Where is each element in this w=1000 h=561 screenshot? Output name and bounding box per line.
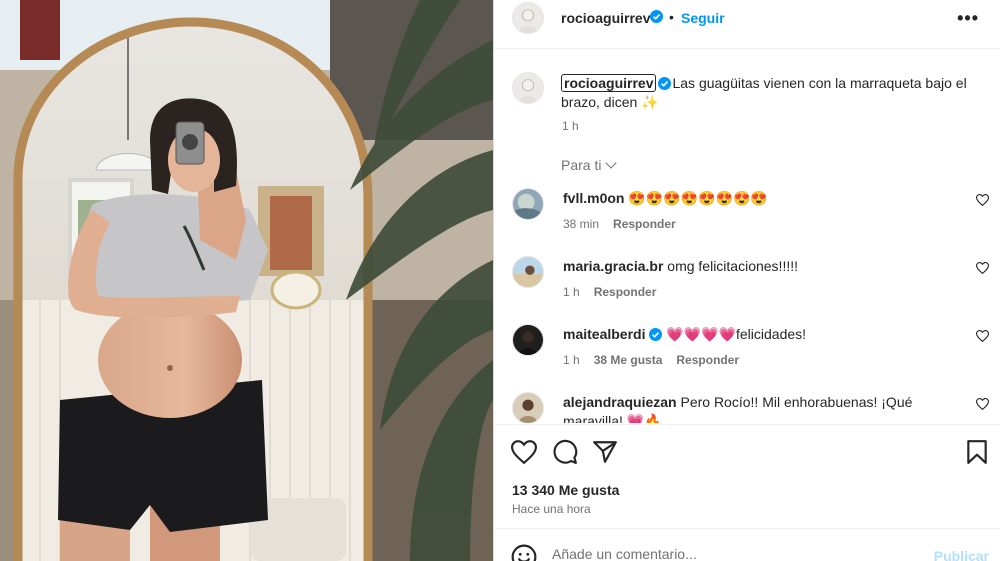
verified-badge-icon [650, 10, 663, 23]
comment-time[interactable]: 1 h [563, 285, 580, 299]
comment-text: 😍😍😍😍😍😍😍😍 [628, 190, 768, 206]
sort-label: Para ti [561, 157, 602, 173]
post-actions: 13 340 Me gusta Hace una hora [494, 424, 1000, 528]
caption-username[interactable]: rocioaguirrev [561, 74, 657, 92]
more-options-icon[interactable]: ••• [957, 8, 979, 29]
comment-time[interactable]: 38 min [563, 217, 599, 231]
comment-input[interactable] [552, 546, 912, 561]
author-username[interactable]: rocioaguirrev [561, 10, 650, 26]
share-icon[interactable] [592, 439, 618, 465]
add-comment-bar: Publicar [494, 528, 1000, 561]
reply-button[interactable]: Responder [676, 353, 739, 367]
commenter-avatar[interactable] [512, 188, 544, 220]
author-avatar[interactable] [512, 2, 544, 34]
comment-text: 💗💗💗💗felicidades! [666, 326, 807, 342]
chevron-down-icon [605, 157, 618, 169]
reply-button[interactable]: Responder [594, 285, 657, 299]
comment-username[interactable]: maria.gracia.br [563, 258, 663, 274]
comment-icon[interactable] [552, 439, 578, 465]
separator-dot: • [669, 9, 674, 25]
heart-icon[interactable] [976, 330, 989, 342]
post-header: rocioaguirrev • Seguir ••• [494, 0, 1000, 49]
comment-item: fvll.m0on 😍😍😍😍😍😍😍😍 38 min Responder [494, 188, 1000, 254]
post-timestamp: Hace una hora [512, 502, 591, 516]
bookmark-icon[interactable] [964, 439, 990, 465]
comment-username[interactable]: alejandraquiezan [563, 394, 677, 410]
comment-username[interactable]: maitealberdi [563, 326, 645, 342]
publish-button[interactable]: Publicar [934, 548, 989, 561]
comment-item: maria.gracia.br omg felicitaciones!!!!! … [494, 256, 1000, 322]
post-image [0, 0, 493, 561]
comment-item: maitealberdi 💗💗💗💗felicidades! 1 h 38 Me g… [494, 324, 1000, 390]
post-sidebar: rocioaguirrev • Seguir ••• rocioaguirrev… [493, 0, 1000, 561]
commenter-avatar[interactable] [512, 256, 544, 288]
verified-badge-icon [649, 328, 663, 341]
reply-button[interactable]: Responder [613, 217, 676, 231]
heart-icon[interactable] [976, 194, 989, 206]
comment-time[interactable]: 1 h [563, 353, 580, 367]
commenter-avatar[interactable] [512, 392, 544, 423]
heart-icon[interactable] [511, 439, 537, 465]
verified-badge-icon [658, 77, 672, 90]
emoji-icon[interactable] [511, 544, 537, 561]
likes-count[interactable]: 13 340 Me gusta [512, 482, 619, 498]
sparkles-emoji: ✨ [641, 94, 659, 110]
comment-username[interactable]: fvll.m0on [563, 190, 624, 206]
commenter-avatar[interactable] [512, 324, 544, 356]
caption-avatar[interactable] [512, 72, 544, 104]
heart-icon[interactable] [976, 262, 989, 274]
post-photo[interactable] [0, 0, 493, 561]
caption-timestamp[interactable]: 1 h [562, 119, 579, 133]
comment-likes[interactable]: 38 Me gusta [594, 353, 663, 367]
comment-item: alejandraquiezan Pero Rocío!! Mil enhora… [494, 392, 1000, 423]
heart-icon[interactable] [976, 398, 989, 410]
post-caption: rocioaguirrev Las guagüitas vienen con la… [561, 74, 981, 112]
comment-text: omg felicitaciones!!!!! [667, 258, 799, 274]
comments-sort-dropdown[interactable]: Para ti [561, 157, 618, 173]
follow-button[interactable]: Seguir [681, 10, 725, 26]
